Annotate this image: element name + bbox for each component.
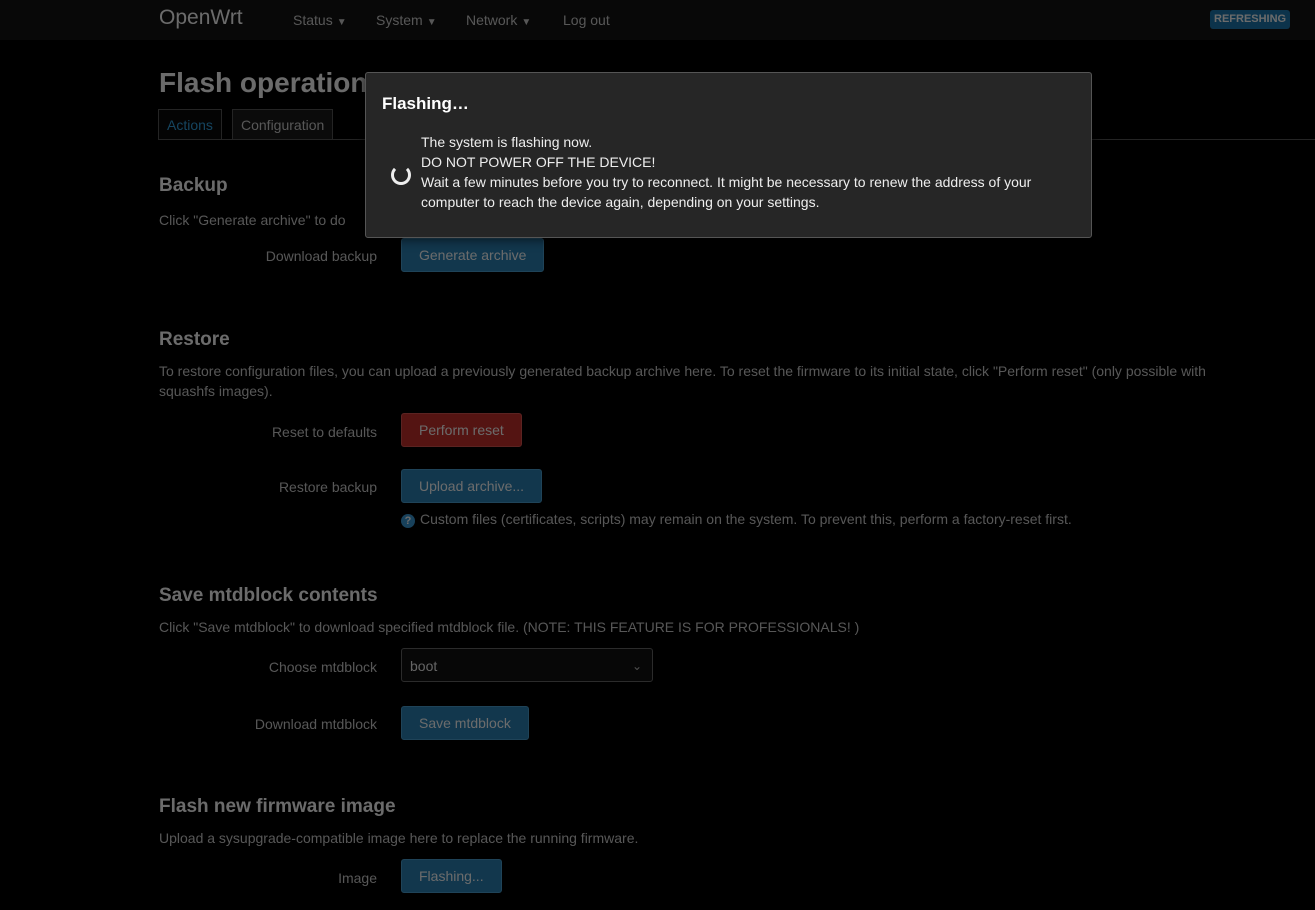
modal-line-2: DO NOT POWER OFF THE DEVICE! [421,154,656,170]
modal-message: The system is flashing now. DO NOT POWER… [421,132,1081,212]
flashing-modal: Flashing… The system is flashing now. DO… [365,72,1092,238]
modal-line-3: Wait a few minutes before you try to rec… [421,174,1032,210]
spinner-icon [391,165,411,185]
modal-line-1: The system is flashing now. [421,134,593,150]
modal-title: Flashing… [382,94,469,113]
modal-overlay: Flashing… The system is flashing now. DO… [0,0,1315,910]
